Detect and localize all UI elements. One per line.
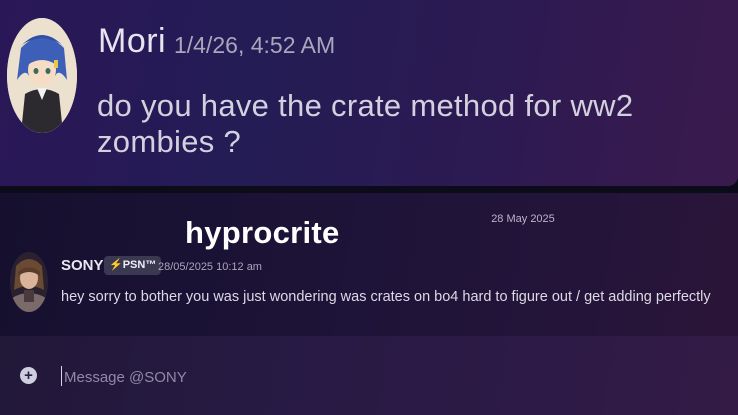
message-input[interactable] xyxy=(62,365,684,389)
anime-character-avatar-icon xyxy=(7,18,77,133)
character-avatar-icon xyxy=(10,252,48,312)
mori-avatar[interactable] xyxy=(7,18,77,133)
sony-timestamp: 28/05/2025 10:12 am xyxy=(158,261,262,273)
mori-message-text: do you have the crate method for ww2 zom… xyxy=(97,88,634,159)
plus-circle-icon[interactable]: + xyxy=(20,367,37,384)
psn-badge[interactable]: ⚡PSN™ xyxy=(104,256,162,275)
date-divider: 28 May 2025 xyxy=(491,213,555,225)
mori-timestamp: 1/4/26, 4:52 AM xyxy=(174,32,336,58)
sony-avatar[interactable] xyxy=(10,252,48,312)
mori-username[interactable]: Mori xyxy=(98,22,166,61)
overlay-caption: hyprocrite xyxy=(185,215,340,250)
sony-username[interactable]: SONY xyxy=(61,257,104,274)
sony-message-text: hey sorry to bother you was just wonderi… xyxy=(61,289,711,305)
